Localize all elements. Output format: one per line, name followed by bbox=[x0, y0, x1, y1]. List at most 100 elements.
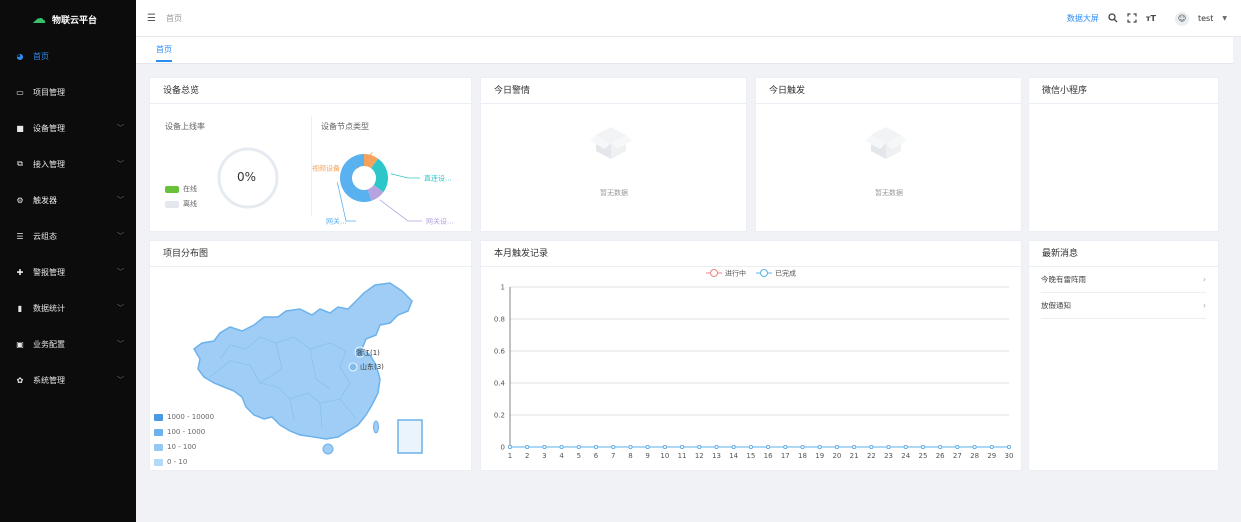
data-point[interactable] bbox=[662, 444, 667, 450]
legend-label: 0 - 10 bbox=[167, 458, 188, 466]
data-point[interactable] bbox=[903, 444, 908, 450]
china-map[interactable]: 浙江(1) 山东(3) bbox=[190, 279, 430, 464]
device-icon: ■ bbox=[16, 123, 24, 133]
search-icon[interactable] bbox=[1108, 12, 1118, 25]
data-point[interactable] bbox=[817, 444, 822, 450]
chevron-down-icon: ﹀ bbox=[117, 232, 124, 240]
map-legend-item[interactable]: 100 - 1000 bbox=[154, 428, 205, 436]
data-point[interactable] bbox=[766, 444, 771, 450]
legend-item[interactable]: 进行中 bbox=[706, 269, 746, 278]
data-point[interactable] bbox=[920, 444, 926, 450]
app-title: 物联云平台 bbox=[52, 15, 98, 26]
chevron-down-icon: ﹀ bbox=[117, 376, 124, 384]
trigger-icon: ⚙ bbox=[16, 195, 24, 205]
data-point[interactable] bbox=[1006, 444, 1012, 450]
tab-bar: 首页 bbox=[136, 37, 1233, 64]
data-point[interactable] bbox=[938, 444, 943, 450]
donut-label: 网关设... bbox=[426, 217, 454, 226]
sidebar-item-projects[interactable]: ▭ 项目管理 bbox=[0, 74, 136, 110]
data-point[interactable] bbox=[576, 444, 581, 450]
data-point[interactable] bbox=[972, 444, 977, 450]
fullscreen-icon[interactable] bbox=[1127, 12, 1137, 25]
sidebar-item-label: 项目管理 bbox=[33, 87, 65, 97]
username[interactable]: test bbox=[1198, 14, 1213, 23]
sidebar-item-statistics[interactable]: ▮ 数据统计 ﹀ bbox=[0, 290, 136, 326]
data-point[interactable] bbox=[748, 444, 753, 450]
breadcrumb[interactable]: 首页 bbox=[166, 13, 182, 24]
sidebar-item-system[interactable]: ✿ 系统管理 ﹀ bbox=[0, 362, 136, 398]
data-point[interactable] bbox=[955, 444, 960, 450]
menu-toggle-icon[interactable]: ☰ bbox=[147, 13, 156, 24]
sidebar-item-devices[interactable]: ■ 设备管理 ﹀ bbox=[0, 110, 136, 146]
x-tick-label: 21 bbox=[850, 452, 859, 460]
sidebar-item-business-config[interactable]: ▣ 业务配置 ﹀ bbox=[0, 326, 136, 362]
chevron-down-icon: ﹀ bbox=[117, 268, 124, 276]
legend-item[interactable]: 已完成 bbox=[756, 269, 796, 278]
y-tick-label: 0.2 bbox=[494, 412, 505, 420]
message-item[interactable]: 放假通知 › bbox=[1041, 293, 1206, 319]
wechat-card: 微信小程序 bbox=[1028, 77, 1219, 232]
data-point[interactable] bbox=[559, 444, 564, 450]
x-tick-label: 13 bbox=[712, 452, 721, 460]
data-point[interactable] bbox=[542, 444, 547, 450]
trigger-records-card: 本月触发记录 进行中 已完成 0 0.2 0.4 0.6 0.8 1 1 2 3 4 5 6 7 8 9 10 11… bbox=[480, 240, 1022, 471]
data-point[interactable] bbox=[611, 444, 616, 450]
data-point[interactable] bbox=[593, 444, 599, 450]
sidebar-item-cloud-config[interactable]: ☰ 云组态 ﹀ bbox=[0, 218, 136, 254]
data-point[interactable] bbox=[680, 444, 685, 450]
data-point[interactable] bbox=[714, 444, 719, 450]
data-point[interactable] bbox=[869, 444, 874, 450]
x-tick-label: 12 bbox=[695, 452, 704, 460]
legend-swatch bbox=[154, 413, 163, 421]
tab-home[interactable]: 首页 bbox=[156, 44, 172, 62]
sidebar-item-alarms[interactable]: ✚ 警报管理 ﹀ bbox=[0, 254, 136, 290]
chevron-down-icon: ﹀ bbox=[117, 124, 124, 132]
empty-text: 暂无数据 bbox=[600, 189, 628, 197]
map-legend-item[interactable]: 1000 - 10000 bbox=[154, 413, 214, 421]
data-point[interactable] bbox=[886, 444, 891, 450]
latest-messages-card: 最新消息 今晚有雷阵雨 › 放假通知 › bbox=[1028, 240, 1219, 471]
sidebar-item-triggers[interactable]: ⚙ 触发器 ﹀ bbox=[0, 182, 136, 218]
message-title: 今晚有雷阵雨 bbox=[1041, 275, 1086, 284]
message-item[interactable]: 今晚有雷阵雨 › bbox=[1041, 267, 1206, 293]
today-trigger-card: 今日触发 暂无数据 bbox=[755, 77, 1022, 232]
trigger-line-chart[interactable]: 进行中 已完成00.20.40.60.811 2 3 4 5 6 7 8 9 10 11 12 13 14 1… bbox=[481, 267, 1021, 470]
avatar[interactable]: ☺ bbox=[1175, 11, 1189, 26]
sidebar-item-label: 数据统计 bbox=[33, 303, 65, 313]
sidebar-item-access[interactable]: ⧉ 接入管理 ﹀ bbox=[0, 146, 136, 182]
chevron-down-icon: ﹀ bbox=[117, 160, 124, 168]
sidebar-item-label: 业务配置 bbox=[33, 339, 65, 349]
top-bar: ☰ 首页 数据大屏 тT ☺ test ▼ bbox=[136, 0, 1241, 37]
donut-label-line bbox=[390, 173, 420, 179]
data-point[interactable] bbox=[731, 444, 736, 450]
x-tick-label: 20 bbox=[832, 452, 841, 460]
data-point[interactable] bbox=[628, 444, 633, 450]
legend-online-label: 在线 bbox=[183, 185, 197, 193]
app-logo[interactable]: ☁ 物联云平台 bbox=[0, 0, 136, 38]
data-point[interactable] bbox=[783, 444, 788, 450]
chevron-right-icon: › bbox=[1203, 301, 1206, 310]
map-legend-item[interactable]: 10 - 100 bbox=[154, 443, 196, 451]
data-point[interactable] bbox=[697, 444, 702, 450]
sidebar-item-home[interactable]: ◕ 首页 bbox=[0, 38, 136, 74]
dashboard-icon: ◕ bbox=[16, 51, 24, 61]
chevron-down-icon: ﹀ bbox=[117, 196, 124, 204]
x-tick-label: 4 bbox=[559, 452, 564, 460]
data-point[interactable] bbox=[507, 444, 513, 450]
data-point[interactable] bbox=[645, 444, 650, 450]
empty-text: 暂无数据 bbox=[875, 189, 903, 197]
x-tick-label: 16 bbox=[764, 452, 773, 460]
map-legend-item[interactable]: 0 - 10 bbox=[154, 458, 187, 466]
big-screen-link[interactable]: 数据大屏 bbox=[1067, 13, 1099, 24]
data-point[interactable] bbox=[989, 444, 994, 450]
x-tick-label: 29 bbox=[987, 452, 996, 460]
legend-label: 100 - 1000 bbox=[167, 428, 206, 436]
caret-down-icon[interactable]: ▼ bbox=[1222, 15, 1227, 22]
alarm-icon: ✚ bbox=[16, 267, 24, 277]
x-tick-label: 10 bbox=[660, 452, 669, 460]
data-point[interactable] bbox=[800, 444, 805, 450]
font-size-icon[interactable]: тT bbox=[1146, 14, 1156, 23]
data-point[interactable] bbox=[834, 444, 839, 450]
data-point[interactable] bbox=[525, 444, 530, 450]
data-point[interactable] bbox=[852, 444, 857, 450]
